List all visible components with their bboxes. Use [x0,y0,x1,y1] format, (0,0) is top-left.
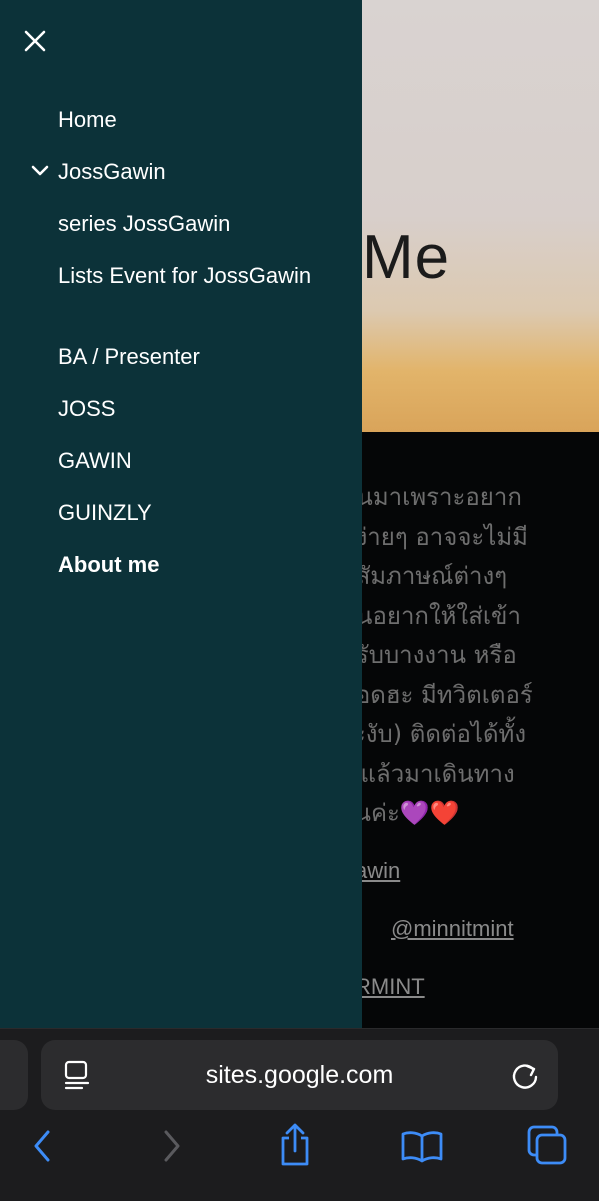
nav-item-about-me[interactable]: About me [58,550,338,579]
hero-title: Me [362,223,451,292]
nav-item-guinzly[interactable]: GUINZLY [58,498,338,527]
close-icon[interactable] [20,26,50,56]
back-icon[interactable] [28,1126,58,1166]
tabs-icon[interactable] [526,1124,568,1166]
nav-drawer: Home JossGawin series JossGawin Lists Ev… [0,0,362,1028]
nav-item-home[interactable]: Home [58,105,338,134]
url-text[interactable]: sites.google.com [41,1040,558,1110]
bookmarks-icon[interactable] [400,1128,444,1164]
nav-item-ba-presenter[interactable]: BA / Presenter [58,342,338,371]
hearts-emoji: 💜❤️ [399,799,460,827]
page-link[interactable]: RMINT [355,974,425,1000]
nav-item-series-jossgawin[interactable]: series JossGawin [58,209,338,238]
page-link[interactable]: @minnitmint [391,916,514,942]
nav-item-jossgawin[interactable]: JossGawin [58,157,338,186]
chevron-down-icon[interactable] [30,163,50,179]
forward-icon [164,1130,180,1162]
nav-item-lists-event[interactable]: Lists Event for JossGawin [58,261,338,290]
reload-icon[interactable] [509,1060,541,1092]
nav-item-joss[interactable]: JOSS [58,394,338,423]
nav-item-gawin[interactable]: GAWIN [58,446,338,475]
share-icon[interactable] [276,1122,314,1168]
reader-icon[interactable] [62,1059,92,1091]
previous-tab-preview[interactable] [0,1040,28,1110]
about-paragraph: ขึ้นมาเพราะอยาก ดูง่ายๆ อาจจะไม่มี ต์สัม… [340,483,533,827]
